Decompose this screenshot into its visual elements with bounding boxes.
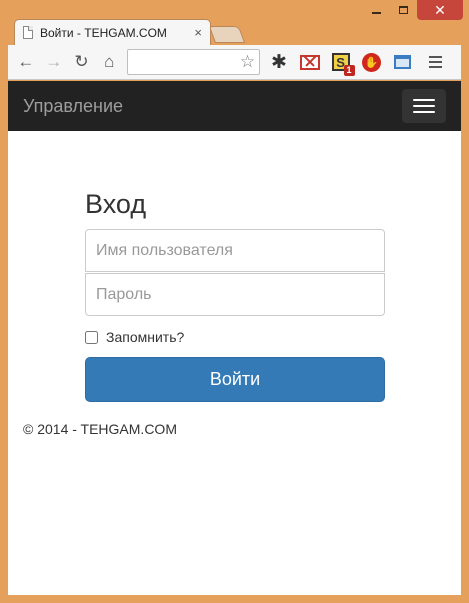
maximize-icon: [399, 6, 408, 14]
login-button[interactable]: Войти: [85, 357, 385, 402]
gmail-extension[interactable]: [299, 51, 321, 73]
username-input[interactable]: [85, 229, 385, 272]
gear-extension[interactable]: ✱: [268, 51, 290, 73]
hamburger-icon[interactable]: [402, 89, 446, 123]
login-form: Вход Запомнить? Войти: [85, 189, 385, 402]
remember-me[interactable]: Запомнить?: [85, 329, 385, 345]
back-icon[interactable]: ←: [14, 50, 38, 74]
browser-tab[interactable]: Войти - TEHGAM.COM ×: [14, 19, 211, 45]
page-content: Управление Вход Запомнить? Войти © 2014 …: [8, 81, 461, 595]
window-extension[interactable]: [391, 51, 413, 73]
browser-toolbar: ← → ↻ ⌂ ☆ ✱ S 1 ✋: [8, 45, 461, 80]
footer-text: © 2014 - TEHGAM.COM: [23, 421, 177, 437]
reload-icon[interactable]: ↻: [70, 50, 94, 74]
stop-icon: ✋: [361, 52, 381, 72]
gmail-icon: [299, 54, 320, 70]
address-bar: ☆: [127, 49, 261, 75]
tab-close-icon[interactable]: ×: [194, 25, 202, 40]
stop-extension[interactable]: ✋: [361, 51, 383, 73]
s-extension[interactable]: S 1: [330, 51, 355, 76]
address-input[interactable]: [128, 51, 229, 73]
page-icon: [23, 26, 33, 39]
new-tab-button[interactable]: [208, 26, 246, 43]
login-heading: Вход: [85, 189, 147, 219]
window-icon: [393, 55, 411, 69]
star-icon[interactable]: ☆: [240, 52, 255, 72]
remember-label: Запомнить?: [106, 329, 185, 345]
tab-title: Войти - TEHGAM.COM: [40, 25, 167, 40]
close-window-button[interactable]: ✕: [417, 0, 463, 20]
menu-icon[interactable]: [424, 51, 446, 73]
gear-icon: ✱: [271, 51, 287, 73]
password-input[interactable]: [85, 273, 385, 316]
minimize-icon: [372, 12, 381, 14]
forward-icon[interactable]: →: [42, 50, 66, 74]
navbar-brand[interactable]: Управление: [23, 96, 123, 117]
remember-checkbox[interactable]: [85, 330, 98, 344]
maximize-button[interactable]: [390, 0, 417, 20]
navbar: Управление: [8, 81, 461, 131]
extension-badge: 1: [343, 65, 355, 76]
home-icon[interactable]: ⌂: [97, 50, 121, 74]
minimize-button[interactable]: [363, 0, 390, 20]
window-controls: ✕: [363, 0, 463, 20]
